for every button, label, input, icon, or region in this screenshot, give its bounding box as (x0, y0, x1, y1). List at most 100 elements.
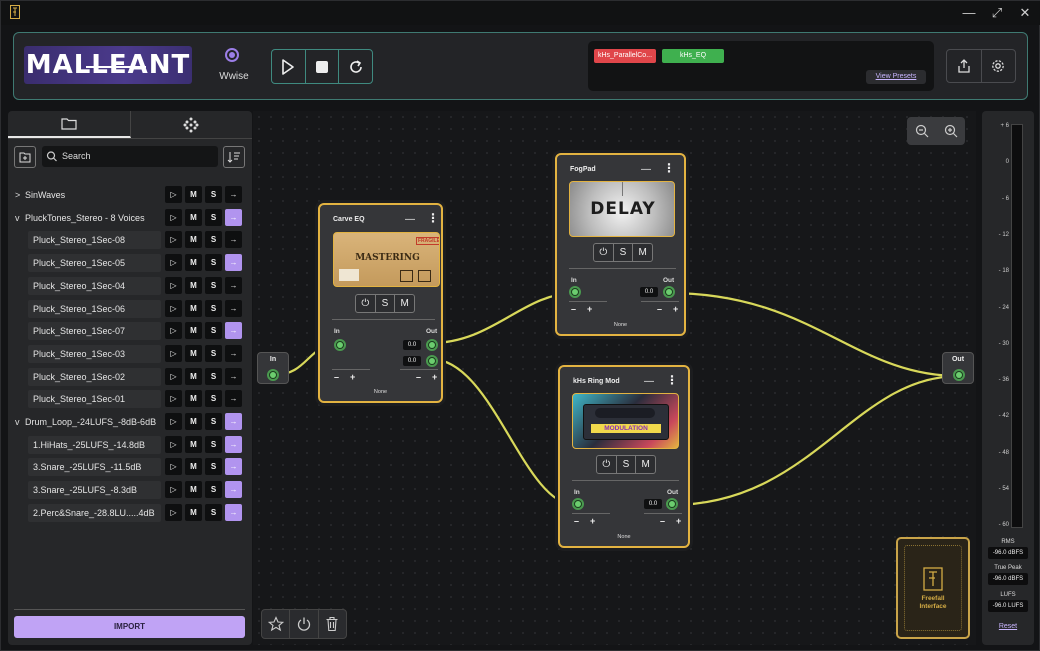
solo-item-button[interactable]: S (205, 254, 222, 272)
file-row[interactable]: 1.HiHats_-25LUFS_-14.8dB ▷ M S → (8, 435, 252, 455)
mute-item-button[interactable]: M (185, 208, 202, 226)
send-to-graph-button[interactable]: → (225, 344, 242, 362)
send-to-graph-button[interactable]: → (225, 458, 242, 476)
solo-item-button[interactable]: S (205, 367, 222, 385)
sort-button[interactable] (223, 146, 245, 168)
output-gain-value[interactable]: 0.0 (640, 287, 658, 297)
node-output-port[interactable] (426, 339, 438, 351)
decrease-inputs-button[interactable]: – (571, 304, 576, 314)
increase-outputs-button[interactable]: + (432, 372, 437, 382)
power-button[interactable]: ⏻ (597, 456, 617, 473)
play-button[interactable] (272, 50, 306, 83)
file-row[interactable]: Pluck_Stereo_1Sec-05 ▷ M S → (8, 253, 252, 273)
mute-item-button[interactable]: M (185, 367, 202, 385)
mute-item-button[interactable]: M (185, 276, 202, 294)
folder-row[interactable]: v Drum_Loop_-24LUFS_-8dB-6dB ▷ M S → (8, 412, 252, 432)
close-button[interactable]: ✕ (1015, 4, 1035, 22)
file-row[interactable]: Pluck_Stereo_1Sec-04 ▷ M S → (8, 276, 252, 296)
preset-chip[interactable]: kHs_EQ (662, 49, 724, 63)
plugin-node-carve-eq[interactable]: Carve EQ — ⋮ FRAGILE MASTERING ⏻ S M In … (318, 203, 443, 403)
play-item-button[interactable]: ▷ (165, 344, 182, 362)
output-gain-value[interactable]: 0.0 (403, 356, 421, 366)
play-item-button[interactable]: ▷ (165, 435, 182, 453)
send-to-graph-button[interactable]: → (225, 254, 242, 272)
increase-inputs-button[interactable]: + (350, 372, 355, 382)
node-output-port[interactable] (426, 355, 438, 367)
play-item-button[interactable]: ▷ (165, 276, 182, 294)
solo-item-button[interactable]: S (205, 322, 222, 340)
send-to-graph-button[interactable]: → (225, 390, 242, 408)
solo-item-button[interactable]: S (205, 276, 222, 294)
folder-row[interactable]: > SinWaves ▷ M S → (8, 185, 252, 205)
mute-item-button[interactable]: M (185, 503, 202, 521)
node-minimize-button[interactable]: — (641, 164, 651, 175)
mute-item-button[interactable]: M (185, 481, 202, 499)
loop-button[interactable] (339, 50, 372, 83)
node-output-port[interactable] (666, 498, 678, 510)
reset-meter-button[interactable]: Reset (982, 623, 1034, 630)
mute-item-button[interactable]: M (185, 413, 202, 430)
send-to-graph-button[interactable]: → (225, 186, 242, 203)
search-input[interactable]: Search (42, 146, 218, 167)
decrease-inputs-button[interactable]: – (574, 516, 579, 526)
solo-item-button[interactable]: S (205, 208, 222, 226)
play-item-button[interactable]: ▷ (165, 390, 182, 408)
play-item-button[interactable]: ▷ (165, 322, 182, 340)
play-item-button[interactable]: ▷ (165, 503, 182, 521)
play-item-button[interactable]: ▷ (165, 299, 182, 317)
chevron-right-icon[interactable]: > (15, 185, 20, 205)
solo-item-button[interactable]: S (205, 503, 222, 521)
node-minimize-button[interactable]: — (644, 376, 654, 387)
send-to-graph-button[interactable]: → (225, 231, 242, 249)
node-input-port[interactable] (569, 286, 581, 298)
file-row[interactable]: Pluck_Stereo_1Sec-01 ▷ M S → (8, 389, 252, 409)
mute-item-button[interactable]: M (185, 390, 202, 408)
plugin-node-fogpad[interactable]: FogPad — ⋮ DELAY ⏻ S M In Out 0.0 – + – … (555, 153, 686, 336)
decrease-outputs-button[interactable]: – (660, 516, 665, 526)
increase-outputs-button[interactable]: + (676, 516, 681, 526)
mute-button[interactable]: M (636, 456, 655, 473)
solo-item-button[interactable]: S (205, 299, 222, 317)
mute-item-button[interactable]: M (185, 458, 202, 476)
delete-button[interactable] (319, 610, 346, 638)
maximize-button[interactable]: ⤢ (987, 4, 1007, 22)
input-node[interactable]: In (257, 352, 289, 384)
mute-item-button[interactable]: M (185, 299, 202, 317)
send-to-graph-button[interactable]: → (225, 503, 242, 521)
node-menu-button[interactable]: ⋮ (666, 373, 678, 387)
node-menu-button[interactable]: ⋮ (663, 161, 675, 175)
node-output-port[interactable] (663, 286, 675, 298)
tab-files[interactable] (8, 111, 131, 138)
import-button[interactable]: IMPORT (14, 616, 245, 638)
send-to-graph-button[interactable]: → (225, 481, 242, 499)
mute-button[interactable]: M (633, 244, 652, 261)
decrease-inputs-button[interactable]: – (334, 372, 339, 382)
decrease-outputs-button[interactable]: – (657, 304, 662, 314)
tab-nodes[interactable] (131, 111, 253, 138)
mute-item-button[interactable]: M (185, 231, 202, 249)
increase-inputs-button[interactable]: + (590, 516, 595, 526)
play-item-button[interactable]: ▷ (165, 231, 182, 249)
play-item-button[interactable]: ▷ (165, 367, 182, 385)
file-row[interactable]: 3.Snare_-25LUFS_-11.5dB ▷ M S → (8, 457, 252, 477)
node-minimize-button[interactable]: — (405, 214, 415, 225)
minimize-button[interactable]: — (959, 4, 979, 22)
node-menu-button[interactable]: ⋮ (427, 211, 439, 225)
play-item-button[interactable]: ▷ (165, 186, 182, 203)
play-item-button[interactable]: ▷ (165, 413, 182, 430)
node-graph-canvas[interactable]: In Out Carve EQ — ⋮ FRAGILE MASTERING ⏻ … (253, 111, 976, 645)
send-to-graph-button[interactable]: → (225, 299, 242, 317)
folder-row[interactable]: v PluckTones_Stereo - 8 Voices ▷ M S → (8, 208, 252, 228)
wwise-radio[interactable] (225, 48, 239, 62)
preset-chip[interactable]: kHs_ParallelCo... (594, 49, 656, 63)
bypass-all-button[interactable] (290, 610, 319, 638)
input-port[interactable] (267, 369, 279, 381)
solo-item-button[interactable]: S (205, 344, 222, 362)
node-input-port[interactable] (572, 498, 584, 510)
output-port[interactable] (953, 369, 965, 381)
solo-item-button[interactable]: S (205, 231, 222, 249)
solo-button[interactable]: S (376, 295, 396, 312)
mute-item-button[interactable]: M (185, 186, 202, 203)
node-input-port[interactable] (334, 339, 346, 351)
decrease-outputs-button[interactable]: – (416, 372, 421, 382)
